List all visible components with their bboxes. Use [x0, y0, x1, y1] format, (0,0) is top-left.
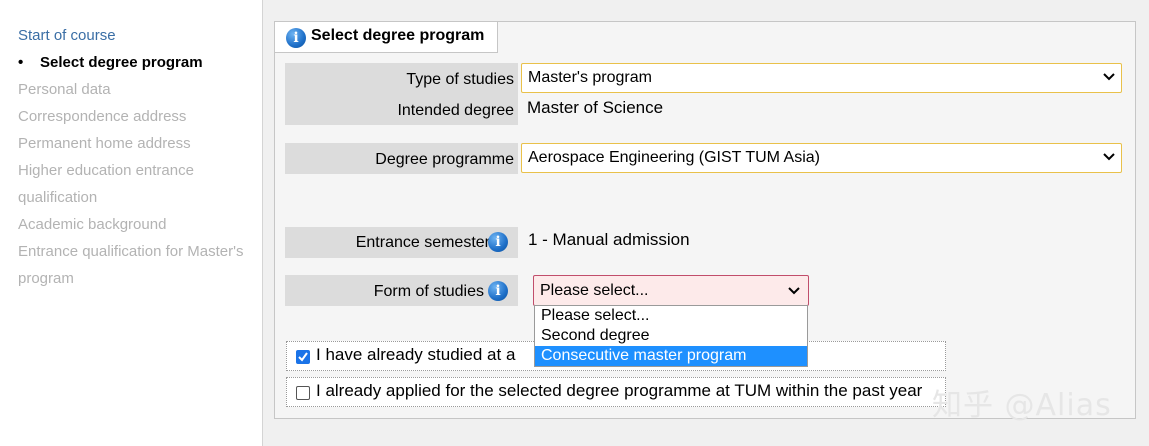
degree-programme-select[interactable]: Aerospace Engineering (GIST TUM Asia)	[521, 143, 1122, 173]
sidebar-nav: Start of course • Select degree program …	[0, 0, 263, 446]
chevron-down-icon	[1103, 153, 1115, 161]
sidebar-item-higher-education-entrance-cont: qualification	[18, 189, 98, 206]
sidebar-item-correspondence-address: Correspondence address	[18, 108, 187, 125]
sidebar-item-label: Select degree program	[40, 54, 203, 71]
degree-programme-label: Degree programme	[375, 151, 514, 168]
sidebar-item-permanent-home-address: Permanent home address	[18, 135, 191, 152]
sidebar-item-start-of-course[interactable]: Start of course	[18, 22, 258, 49]
watermark: 知乎 @Alias	[932, 388, 1112, 423]
chevron-down-icon	[788, 287, 800, 295]
type-of-studies-select[interactable]: Master's program	[521, 63, 1122, 93]
form-of-studies-info-icon[interactable]: i	[488, 281, 508, 301]
intended-degree-label: Intended degree	[397, 102, 514, 119]
intended-degree-value: Master of Science	[527, 98, 664, 117]
entrance-semester-info-icon[interactable]: i	[488, 232, 508, 252]
degree-programme-value: Aerospace Engineering (GIST TUM Asia)	[528, 149, 820, 166]
form-of-studies-value: Please select...	[540, 282, 649, 299]
entrance-semester-value: 1 - Manual admission	[528, 230, 690, 249]
type-of-studies-value: Master's program	[528, 69, 652, 86]
sidebar-item-academic-background: Academic background	[18, 216, 167, 233]
already-applied-row[interactable]: I already applied for the selected degre…	[286, 377, 946, 407]
chevron-down-icon	[1103, 73, 1115, 81]
option-please-select[interactable]: Please select...	[535, 306, 807, 326]
already-studied-checkbox[interactable]	[296, 350, 310, 364]
degree-program-panel: i Select degree program Type of studies …	[274, 21, 1136, 419]
type-of-studies-label: Type of studies	[406, 71, 514, 88]
already-applied-label: I already applied for the selected degre…	[316, 381, 923, 400]
already-applied-checkbox[interactable]	[296, 386, 310, 400]
bullet-icon: •	[18, 54, 24, 71]
tab-title: Select degree program	[311, 27, 485, 44]
checkmark-icon	[298, 352, 308, 362]
already-studied-label: I have already studied at a	[316, 345, 516, 364]
tab-select-degree-program[interactable]: i Select degree program	[275, 22, 498, 53]
sidebar-item-personal-data: Personal data	[18, 81, 111, 98]
sidebar-item-higher-education-entrance: Higher education entrance	[18, 162, 194, 179]
sidebar-item-select-degree-program: • Select degree program	[18, 49, 258, 76]
form-of-studies-select[interactable]: Please select...	[533, 275, 809, 306]
form-of-studies-options: Please select... Second degree Consecuti…	[534, 305, 808, 367]
sidebar-item-entrance-qualification-master: Entrance qualification for Master's	[18, 243, 244, 260]
sidebar-steps: Start of course • Select degree program …	[18, 22, 258, 292]
option-second-degree[interactable]: Second degree	[535, 326, 807, 346]
entrance-semester-label: Entrance semester	[355, 234, 490, 251]
form-of-studies-label: Form of studies	[373, 283, 484, 300]
sidebar-item-entrance-qualification-master-cont: program	[18, 270, 74, 287]
option-consecutive-master-program[interactable]: Consecutive master program	[535, 346, 807, 366]
info-icon: i	[286, 28, 306, 48]
